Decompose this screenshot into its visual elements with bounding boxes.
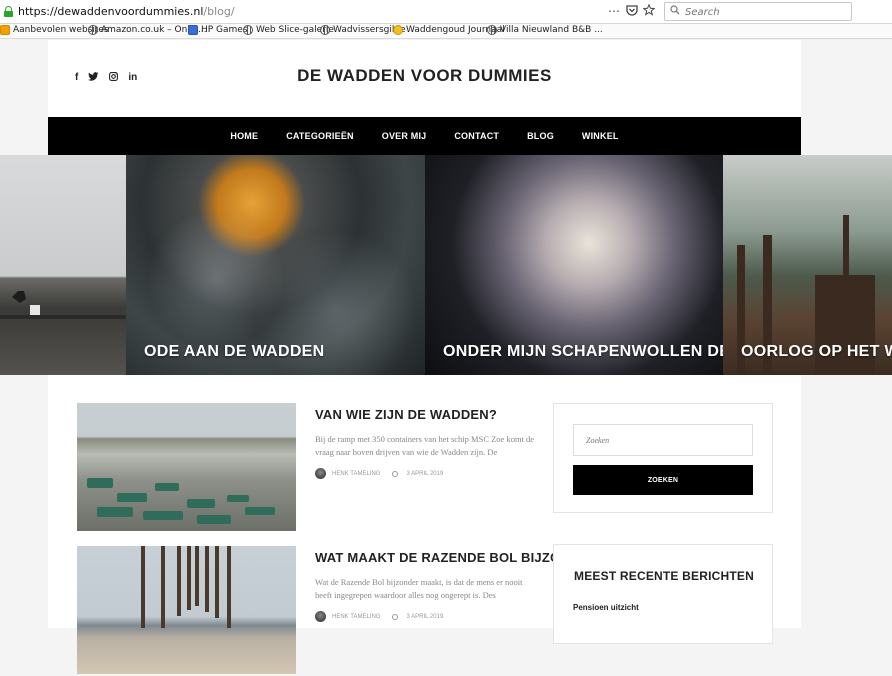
- clock-icon: [392, 470, 399, 477]
- search-widget: ZOEKEN: [553, 403, 773, 513]
- post-author[interactable]: HENK TAMELING: [332, 614, 380, 620]
- site-header: f in DE WADDEN VOOR DUMMIES: [48, 40, 801, 118]
- bookmark-star-icon[interactable]: [642, 3, 656, 19]
- globe-icon: [320, 25, 330, 35]
- address-field[interactable]: https://dewaddenvoordummies.nl/blog/: [18, 5, 235, 18]
- bookmark-item[interactable]: Villa Nieuwland B&B ...: [487, 25, 603, 35]
- post-excerpt: Bij de ramp met 350 containers van het s…: [315, 434, 535, 457]
- post-author[interactable]: HENK TAMELING: [332, 471, 380, 477]
- hp-games-icon: [188, 25, 198, 35]
- page-actions-menu-icon[interactable]: ⋯: [608, 4, 620, 18]
- slide-ode-aan-de-wadden[interactable]: ODE AAN DE WADDEN: [126, 155, 425, 375]
- slide-onder-mijn-schapenwollen-deken[interactable]: ONDER MIJN SCHAPENWOLLEN DEKEN: [425, 155, 723, 375]
- post-item: VAN WIE ZIJN DE WADDEN? Bij de ramp met …: [77, 403, 537, 533]
- browser-url-bar: https://dewaddenvoordummies.nl/blog/ ⋯: [0, 0, 892, 24]
- bookmarks-bar: Aanbevolen websites Amazon.co.uk – Onlin…: [0, 24, 892, 39]
- globe-icon: [487, 25, 497, 35]
- avatar: [315, 611, 326, 622]
- globe-icon: [88, 25, 98, 35]
- recent-posts-widget: MEEST RECENTE BERICHTEN Pensioen uitzich…: [553, 544, 773, 644]
- widget-title: MEEST RECENTE BERICHTEN: [574, 569, 754, 583]
- post-meta: HENK TAMELING 3 APRIL 2019: [315, 468, 443, 479]
- folder-icon: [0, 25, 10, 35]
- slide-title: OORLOG OP HET WAD: [741, 343, 892, 360]
- bench-figure-image: [0, 291, 126, 319]
- search-icon: [670, 5, 680, 18]
- post-thumbnail[interactable]: [77, 403, 296, 531]
- recent-post-link[interactable]: Pensioen uitzicht: [573, 603, 639, 612]
- main-navigation: HOME CATEGORIEËN OVER MIJ CONTACT BLOG W…: [48, 117, 801, 155]
- url-host: https://dewaddenvoordummies.nl: [18, 5, 204, 18]
- post-date: 3 APRIL 2019: [406, 470, 444, 477]
- nav-categorieen[interactable]: CATEGORIEËN: [272, 131, 368, 141]
- slide-title: ODE AAN DE WADDEN: [144, 343, 325, 360]
- main-content: VAN WIE ZIJN DE WADDEN? Bij de ramp met …: [48, 375, 801, 674]
- post-thumbnail[interactable]: [77, 546, 296, 674]
- nav-contact[interactable]: CONTACT: [440, 131, 513, 141]
- post-item: WAT MAAKT DE RAZENDE BOL BIJZONDER? Wat …: [77, 546, 606, 676]
- post-title[interactable]: VAN WIE ZIJN DE WADDEN?: [315, 407, 497, 422]
- slide-title: ONDER MIJN SCHAPENWOLLEN DEKEN: [443, 343, 723, 360]
- post-excerpt: Wat de Razende Bol bijzonder maakt, is d…: [315, 577, 523, 600]
- sidebar-search-button[interactable]: ZOEKEN: [573, 465, 753, 495]
- site-title[interactable]: DE WADDEN VOOR DUMMIES: [48, 66, 801, 86]
- nav-winkel[interactable]: WINKEL: [568, 131, 633, 141]
- slide-oorlog-op-het-wad[interactable]: OORLOG OP HET WAD: [723, 155, 892, 375]
- web-page: f in DE WADDEN VOOR DUMMIES HOME CATEGOR…: [0, 40, 892, 674]
- post-date: 3 APRIL 2019: [406, 613, 444, 620]
- browser-search-input[interactable]: [685, 5, 845, 19]
- browser-search-box[interactable]: [664, 2, 852, 21]
- smiley-icon: [393, 25, 403, 35]
- nav-over-mij[interactable]: OVER MIJ: [368, 131, 441, 141]
- slide-image[interactable]: [0, 155, 126, 375]
- avatar: [315, 468, 326, 479]
- bookmark-item[interactable]: HP Games: [188, 25, 248, 35]
- clock-icon: [392, 613, 399, 620]
- sidebar-search-input[interactable]: [573, 424, 753, 456]
- post-meta: HENK TAMELING 3 APRIL 2019: [315, 611, 443, 622]
- lock-icon: [4, 6, 13, 17]
- url-path: /blog/: [203, 5, 235, 18]
- pocket-icon[interactable]: [626, 4, 638, 19]
- featured-slider: ODE AAN DE WADDEN ONDER MIJN SCHAPENWOLL…: [0, 155, 892, 375]
- nav-blog[interactable]: BLOG: [513, 131, 568, 141]
- nav-home[interactable]: HOME: [216, 131, 272, 141]
- globe-icon: [243, 25, 253, 35]
